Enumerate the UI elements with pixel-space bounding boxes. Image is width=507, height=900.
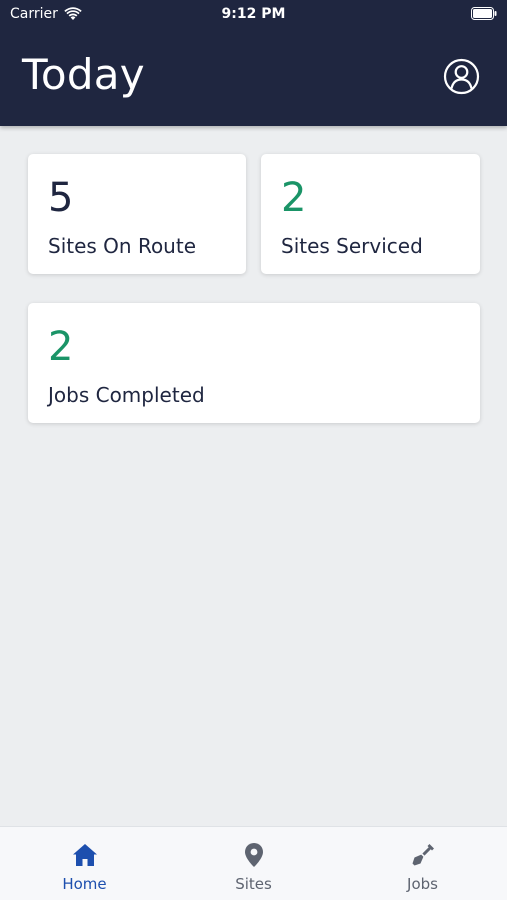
battery-icon [471,7,497,20]
status-bar: Carrier 9:12 PM [0,0,507,28]
sites-serviced-label: Sites Serviced [281,234,423,258]
sites-serviced-count: 2 [281,175,307,221]
home-icon [72,844,97,866]
page-title: Today [22,50,145,99]
app-header: Carrier 9:12 PM Today [0,0,507,126]
status-time: 9:12 PM [221,6,286,22]
jobs-completed-count: 2 [48,324,74,370]
screen: Carrier 9:12 PM Today 5 Sites On Route 2… [0,0,507,900]
tab-sites[interactable]: Sites [169,827,338,900]
sites-on-route-count: 5 [48,175,74,221]
profile-icon[interactable] [443,58,480,95]
tab-sites-label: Sites [235,875,272,893]
sites-on-route-label: Sites On Route [48,234,197,258]
jobs-completed-label: Jobs Completed [48,383,205,407]
map-pin-icon [244,843,263,867]
sites-on-route-card[interactable]: 5 Sites On Route [28,154,246,274]
tab-home[interactable]: Home [0,827,169,900]
sites-serviced-card[interactable]: 2 Sites Serviced [261,154,480,274]
tab-home-label: Home [62,875,107,893]
tab-bar: Home Sites Jobs [0,826,507,900]
tab-jobs[interactable]: Jobs [338,827,507,900]
jobs-completed-card[interactable]: 2 Jobs Completed [28,303,480,423]
shovel-icon [412,844,434,866]
tab-jobs-label: Jobs [407,875,438,893]
